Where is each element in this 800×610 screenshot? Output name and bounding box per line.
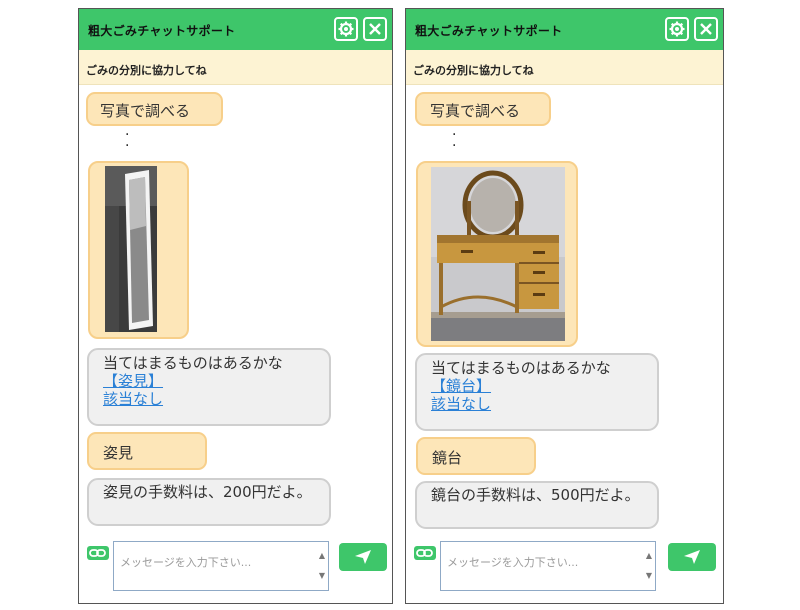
mirror-photo-icon (105, 166, 157, 332)
chat-header: 粗大ごみチャットサポート (79, 9, 392, 50)
send-icon (684, 550, 700, 564)
user-message-text: 写真で調べる (100, 102, 191, 120)
settings-button[interactable] (665, 17, 689, 41)
chat-messages: 写真で調べる · · 当てはまるものはあるかな 【姿見】 該当なし 姿見 姿見の手… (79, 85, 392, 543)
chat-messages: 写真で調べる · · 当てはまるものはあるかな 【鏡台】 該当なし 鏡台 鏡台の… (406, 85, 723, 543)
app-title: 粗大ごみチャットサポート (415, 24, 563, 38)
option-link-none[interactable]: 該当なし (431, 395, 657, 413)
input-scrollbar[interactable]: ▲ ▼ (319, 546, 325, 586)
bot-answer-text: 姿見の手数料は、200円だよ。 (103, 483, 312, 501)
close-icon (700, 23, 712, 35)
bot-question-text: 当てはまるものはあるかな (431, 359, 611, 377)
chat-window-left: 粗大ごみチャットサポート ごみの分別に協力してね 写真で調べる · · 当てはま… (78, 8, 393, 604)
app-title: 粗大ごみチャットサポート (88, 24, 236, 38)
ellipsis-dots: · · (125, 127, 130, 154)
user-photo[interactable] (88, 161, 189, 339)
option-link-item[interactable]: 【姿見】 (103, 372, 329, 390)
chat-subtitle: ごみの分別に協力してね (86, 64, 207, 77)
message-input[interactable]: メッセージを入力下さい... ▲ ▼ (440, 541, 656, 591)
option-link-item[interactable]: 【鏡台】 (431, 377, 657, 395)
link-icon (414, 546, 436, 560)
chat-window-right: 粗大ごみチャットサポート ごみの分別に協力してね 写真で調べる · · 当てはま… (405, 8, 724, 604)
user-choice-text: 鏡台 (432, 449, 463, 467)
gear-icon (338, 21, 354, 37)
bot-message: 当てはまるものはあるかな 【鏡台】 該当なし (415, 353, 659, 431)
user-message: 写真で調べる (86, 92, 223, 126)
send-button[interactable] (339, 543, 387, 571)
close-button[interactable] (363, 17, 387, 41)
user-message-text: 写真で調べる (430, 102, 521, 120)
send-button[interactable] (668, 543, 716, 571)
message-input[interactable]: メッセージを入力下さい... ▲ ▼ (113, 541, 329, 591)
bot-message: 鏡台の手数料は、500円だよ。 (415, 481, 659, 529)
gear-icon (669, 21, 685, 37)
settings-button[interactable] (334, 17, 358, 41)
input-scrollbar[interactable]: ▲ ▼ (646, 546, 652, 586)
user-message: 写真で調べる (415, 92, 551, 126)
close-button[interactable] (694, 17, 718, 41)
chat-subheader: ごみの分別に協力してね (406, 50, 723, 85)
chat-header: 粗大ごみチャットサポート (406, 9, 723, 50)
chat-subtitle: ごみの分別に協力してね (413, 64, 534, 77)
chat-input-bar: メッセージを入力下さい... ▲ ▼ (406, 537, 723, 603)
chat-input-bar: メッセージを入力下さい... ▲ ▼ (79, 537, 392, 603)
bot-answer-text: 鏡台の手数料は、500円だよ。 (431, 486, 640, 504)
message-input-placeholder: メッセージを入力下さい... (120, 556, 252, 569)
ellipsis-dots: · · (452, 127, 457, 154)
attach-button[interactable] (87, 545, 109, 564)
message-input-placeholder: メッセージを入力下さい... (447, 556, 579, 569)
dresser-photo-icon (431, 167, 565, 341)
chat-subheader: ごみの分別に協力してね (79, 50, 392, 85)
send-icon (355, 550, 371, 564)
bot-message: 当てはまるものはあるかな 【姿見】 該当なし (87, 348, 331, 426)
attach-button[interactable] (414, 545, 436, 564)
user-message: 鏡台 (416, 437, 536, 475)
close-icon (369, 23, 381, 35)
option-link-none[interactable]: 該当なし (103, 390, 329, 408)
user-message: 姿見 (87, 432, 207, 470)
user-photo[interactable] (416, 161, 578, 347)
user-choice-text: 姿見 (103, 444, 134, 462)
bot-question-text: 当てはまるものはあるかな (103, 354, 283, 372)
link-icon (87, 546, 109, 560)
bot-message: 姿見の手数料は、200円だよ。 (87, 478, 331, 526)
